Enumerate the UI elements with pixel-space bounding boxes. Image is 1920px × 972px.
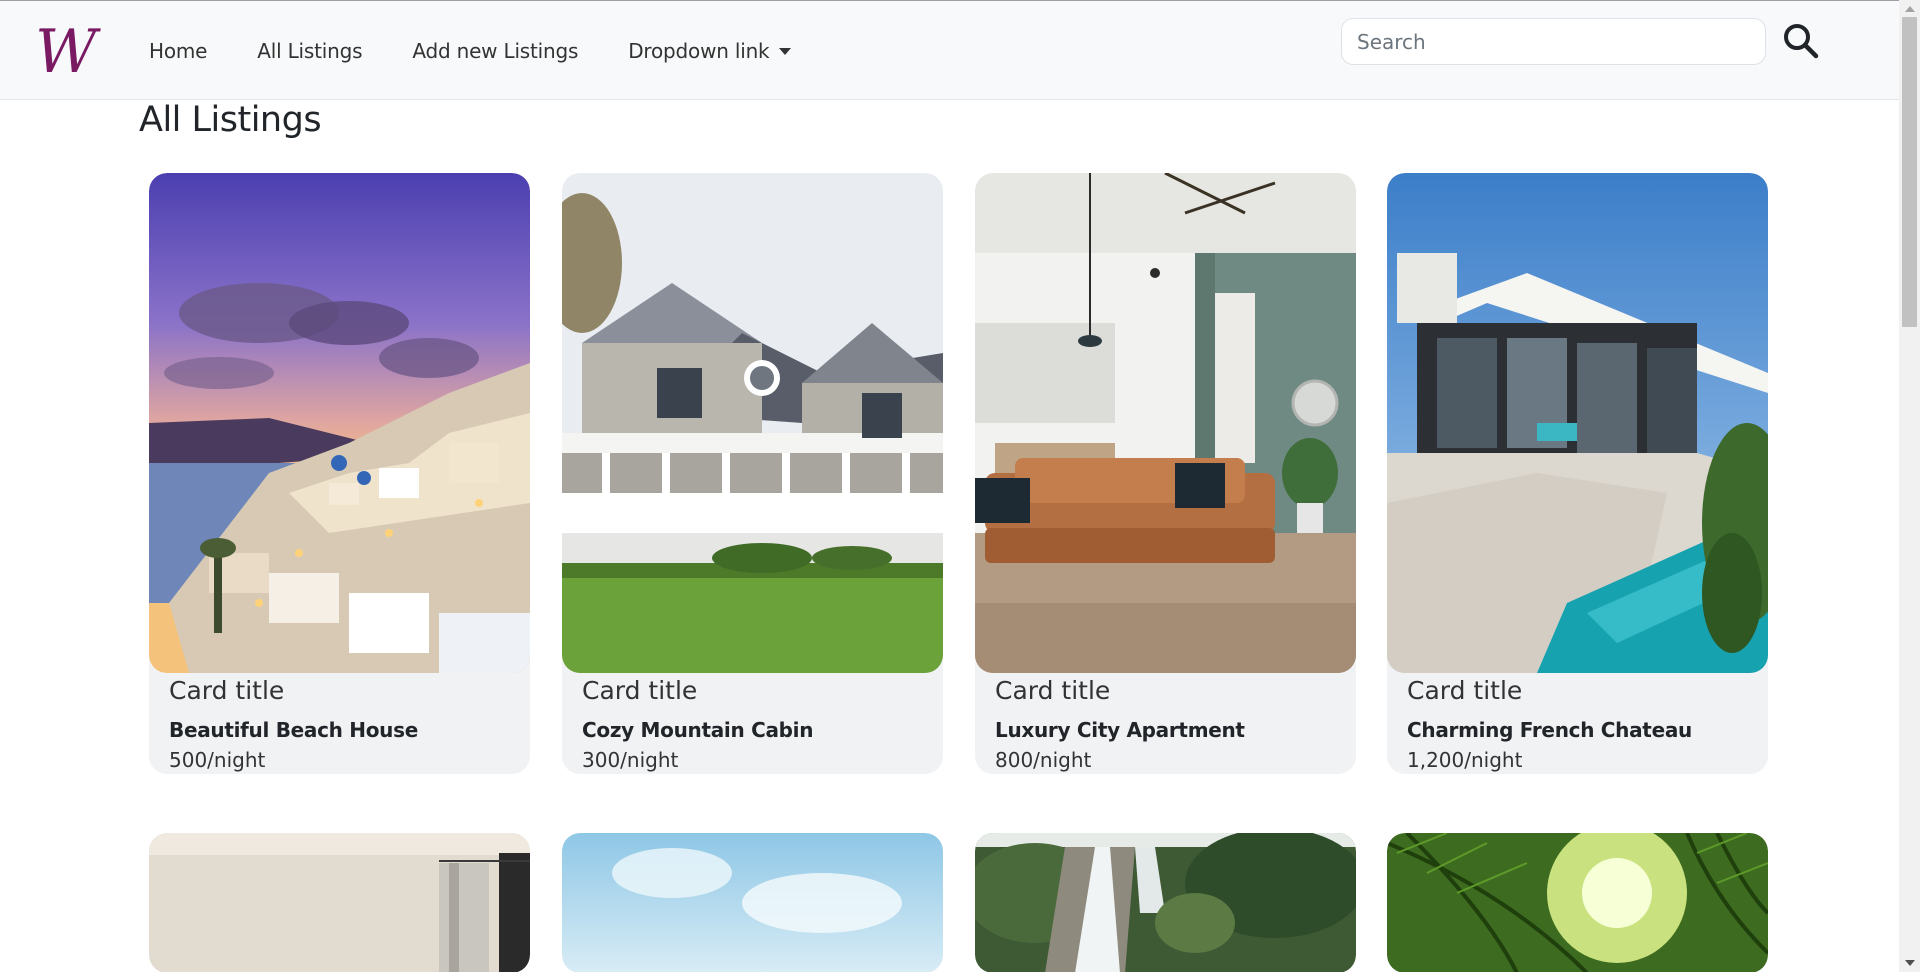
nav-home-link[interactable]: Home: [149, 39, 207, 63]
listing-card[interactable]: [562, 833, 943, 972]
card-title: Card title: [1407, 676, 1523, 705]
listing-name: Charming French Chateau: [1407, 718, 1692, 742]
listing-name: Luxury City Apartment: [995, 718, 1245, 742]
nav-links: Home All Listings Add new Listings Dropd…: [149, 1, 841, 101]
dropdown-label: Dropdown link: [628, 39, 770, 63]
listing-image-waterfall[interactable]: [975, 833, 1356, 972]
nav-dropdown-toggle[interactable]: Dropdown link: [628, 39, 792, 63]
listing-name: Beautiful Beach House: [169, 718, 418, 742]
listing-image-villa[interactable]: [1387, 173, 1768, 673]
listing-price: 1,200/night: [1407, 748, 1523, 772]
nav-add-listing-link[interactable]: Add new Listings: [412, 39, 578, 63]
listing-image-house[interactable]: [562, 173, 943, 673]
nav-all-listings-link[interactable]: All Listings: [257, 39, 362, 63]
scroll-down-arrow-icon[interactable]: [1905, 960, 1915, 966]
listing-card[interactable]: [1387, 833, 1768, 972]
listing-image-living-room[interactable]: [975, 173, 1356, 673]
listing-card[interactable]: Card title Luxury City Apartment 800/nig…: [975, 173, 1356, 774]
brand-logo[interactable]: W: [31, 17, 97, 87]
search-icon: [1784, 24, 1819, 59]
page-title: All Listings: [139, 100, 322, 140]
listing-image-palm[interactable]: [1387, 833, 1768, 972]
card-title: Card title: [995, 676, 1111, 705]
page-scrollbar[interactable]: [1899, 0, 1920, 972]
listing-price: 300/night: [582, 748, 679, 772]
navbar: W Home All Listings Add new Listings Dro…: [0, 0, 1899, 100]
caret-down-icon: [779, 47, 792, 55]
listing-price: 800/night: [995, 748, 1092, 772]
scroll-up-arrow-icon[interactable]: [1905, 6, 1915, 12]
listing-price: 500/night: [169, 748, 266, 772]
listing-card[interactable]: Card title Cozy Mountain Cabin 300/night: [562, 173, 943, 774]
listing-card[interactable]: Card title Beautiful Beach House 500/nig…: [149, 173, 530, 774]
listing-name: Cozy Mountain Cabin: [582, 718, 814, 742]
search-button[interactable]: [1782, 22, 1820, 60]
w-logo-icon: W: [35, 17, 97, 87]
listing-card[interactable]: [149, 833, 530, 972]
card-title: Card title: [582, 676, 698, 705]
listing-card[interactable]: Card title Charming French Chateau 1,200…: [1387, 173, 1768, 774]
listing-image-santorini[interactable]: [149, 173, 530, 673]
search-input[interactable]: [1341, 18, 1766, 65]
listing-image-sky[interactable]: [562, 833, 943, 972]
listing-card[interactable]: [975, 833, 1356, 972]
listing-image-bedroom[interactable]: [149, 833, 530, 972]
scrollbar-thumb[interactable]: [1902, 17, 1917, 327]
card-title: Card title: [169, 676, 285, 705]
